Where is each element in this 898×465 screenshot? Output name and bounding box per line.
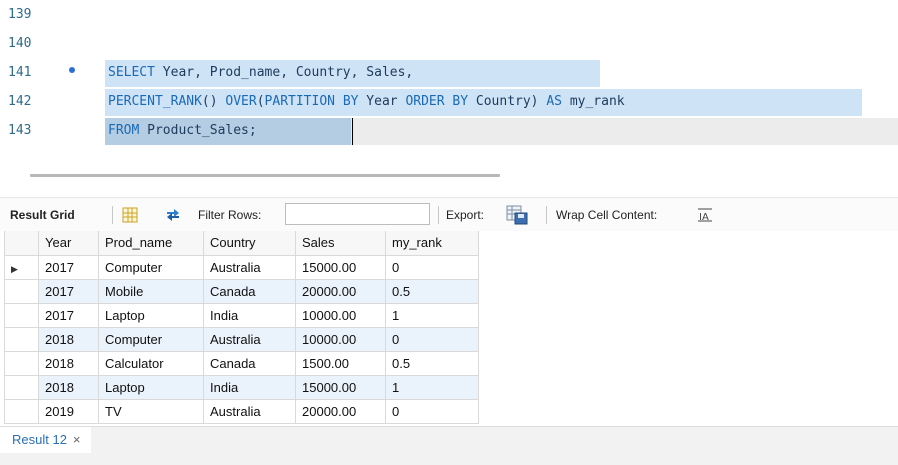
table-cell[interactable]: Laptop <box>98 374 204 400</box>
line-number: 139 <box>8 7 32 22</box>
editor-line: 142 PERCENT_RANK() OVER(PARTITION BY Yea… <box>0 87 898 116</box>
row-selector[interactable] <box>4 350 39 376</box>
column-header[interactable]: Sales <box>295 231 386 256</box>
table-cell[interactable]: 2017 <box>38 302 99 328</box>
table-row[interactable]: 2017 Laptop India 10000.00 1 <box>4 302 479 328</box>
table-cell[interactable]: 15000.00 <box>295 254 386 280</box>
table-cell[interactable]: 10000.00 <box>295 326 386 352</box>
table-row[interactable]: 2017 Mobile Canada 20000.00 0.5 <box>4 278 479 304</box>
table-cell[interactable]: Mobile <box>98 278 204 304</box>
table-cell[interactable]: 20000.00 <box>295 398 386 424</box>
column-header[interactable]: Country <box>203 231 296 256</box>
toolbar-divider <box>112 206 113 224</box>
code-line-142: PERCENT_RANK() OVER(PARTITION BY Year OR… <box>108 94 625 109</box>
table-cell[interactable]: Computer <box>98 254 204 280</box>
table-cell[interactable]: 1 <box>385 302 479 328</box>
table-cell[interactable]: 0.5 <box>385 350 479 376</box>
export-grid-icon[interactable] <box>506 205 528 225</box>
panel-splitter[interactable] <box>0 163 898 193</box>
table-cell[interactable]: Computer <box>98 326 204 352</box>
table-cell[interactable]: 0 <box>385 398 479 424</box>
grid-view-icon[interactable] <box>122 207 138 223</box>
table-cell[interactable]: 0 <box>385 254 479 280</box>
table-row[interactable]: 2018 Laptop India 15000.00 1 <box>4 374 479 400</box>
result-toolbar: Result Grid Filter Rows: Export: Wrap Ce… <box>0 197 898 233</box>
text-cursor <box>352 118 353 145</box>
row-selector[interactable]: ▶ <box>4 254 39 280</box>
line-number: 141 <box>8 65 32 80</box>
row-selector-header <box>4 231 39 256</box>
table-cell[interactable]: Laptop <box>98 302 204 328</box>
result-tab[interactable]: Result 12 × <box>0 427 91 453</box>
column-header[interactable]: Year <box>38 231 99 256</box>
table-cell[interactable]: India <box>203 302 296 328</box>
row-selector[interactable] <box>4 302 39 328</box>
table-row[interactable]: 2019 TV Australia 20000.00 0 <box>4 398 479 424</box>
editor-line: 143 FROM Product_Sales; <box>0 116 898 145</box>
horizontal-scrollbar[interactable] <box>30 174 500 177</box>
refresh-icon[interactable] <box>164 207 182 223</box>
line-number: 143 <box>8 123 32 138</box>
table-cell[interactable]: 20000.00 <box>295 278 386 304</box>
toolbar-divider <box>438 206 439 224</box>
table-row[interactable]: 2018 Calculator Canada 1500.00 0.5 <box>4 350 479 376</box>
column-header[interactable]: my_rank <box>385 231 479 256</box>
statement-marker-icon <box>69 67 75 73</box>
sql-editor[interactable]: 139 140 141 SELECT Year, Prod_name, Coun… <box>0 0 898 163</box>
table-cell[interactable]: 1 <box>385 374 479 400</box>
code-line-143: FROM Product_Sales; <box>108 123 257 138</box>
row-selector[interactable] <box>4 326 39 352</box>
toolbar-divider <box>546 206 547 224</box>
table-cell[interactable]: 2018 <box>38 350 99 376</box>
table-cell[interactable]: 2018 <box>38 326 99 352</box>
table-cell[interactable]: 1500.00 <box>295 350 386 376</box>
column-header[interactable]: Prod_name <box>98 231 204 256</box>
table-cell[interactable]: 2018 <box>38 374 99 400</box>
table-cell[interactable]: India <box>203 374 296 400</box>
editor-line: 140 <box>0 29 898 58</box>
table-cell[interactable]: 0.5 <box>385 278 479 304</box>
result-table: Year Prod_name Country Sales my_rank ▶ 2… <box>4 231 479 424</box>
result-tab-bar: Result 12 × <box>0 426 898 465</box>
current-row-arrow-icon: ▶ <box>11 263 18 274</box>
wrap-text-icon[interactable]: IA <box>697 208 713 222</box>
table-cell[interactable]: Australia <box>203 254 296 280</box>
table-cell[interactable]: 2017 <box>38 254 99 280</box>
editor-line: 139 <box>0 0 898 29</box>
table-cell[interactable]: Australia <box>203 398 296 424</box>
result-grid[interactable]: Year Prod_name Country Sales my_rank ▶ 2… <box>0 231 898 426</box>
header-row: Year Prod_name Country Sales my_rank <box>4 231 479 256</box>
table-cell[interactable]: Canada <box>203 350 296 376</box>
table-cell[interactable]: Calculator <box>98 350 204 376</box>
table-cell[interactable]: Australia <box>203 326 296 352</box>
row-selector[interactable] <box>4 278 39 304</box>
table-cell[interactable]: 10000.00 <box>295 302 386 328</box>
row-selector[interactable] <box>4 374 39 400</box>
editor-line: 141 SELECT Year, Prod_name, Country, Sal… <box>0 58 898 87</box>
table-cell[interactable]: 2019 <box>38 398 99 424</box>
export-label: Export: <box>446 208 485 222</box>
table-row[interactable]: 2018 Computer Australia 10000.00 0 <box>4 326 479 352</box>
result-grid-tab[interactable]: Result Grid <box>10 198 75 232</box>
wrap-cell-content-label: Wrap Cell Content: <box>556 208 658 222</box>
table-row[interactable]: ▶ 2017 Computer Australia 15000.00 0 <box>4 254 479 280</box>
table-cell[interactable]: 2017 <box>38 278 99 304</box>
result-tab-label: Result 12 <box>12 432 67 447</box>
row-selector[interactable] <box>4 398 39 424</box>
line-number: 140 <box>8 36 32 51</box>
filter-rows-input[interactable] <box>285 203 430 225</box>
table-cell[interactable]: 15000.00 <box>295 374 386 400</box>
code-line-141: SELECT Year, Prod_name, Country, Sales, <box>108 65 414 80</box>
close-icon[interactable]: × <box>73 432 81 447</box>
filter-rows-label: Filter Rows: <box>198 208 262 222</box>
table-cell[interactable]: Canada <box>203 278 296 304</box>
line-number: 142 <box>8 94 32 109</box>
table-cell[interactable]: TV <box>98 398 204 424</box>
table-cell[interactable]: 0 <box>385 326 479 352</box>
